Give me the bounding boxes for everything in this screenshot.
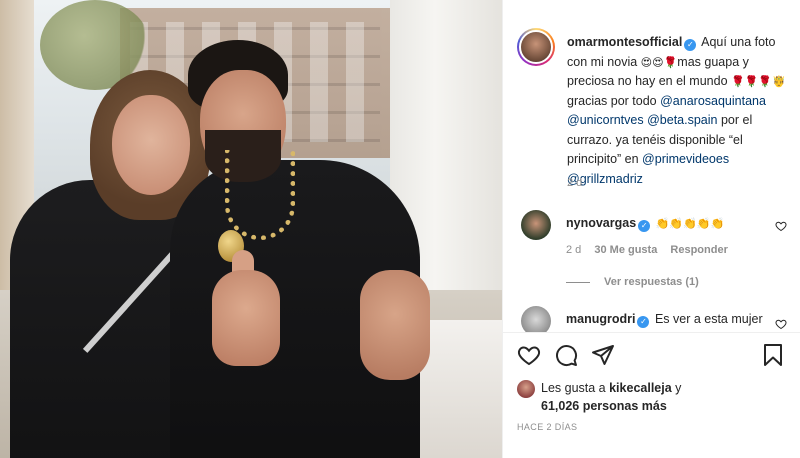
verified-badge-icon: ✓ <box>684 39 697 51</box>
caption-mention-link[interactable]: @beta.spain <box>647 113 717 127</box>
comment-text: 👏👏👏👏👏 <box>655 217 725 230</box>
caption-text: Aquí una foto con mi novia 😍😍🌹mas guapa … <box>567 35 786 186</box>
post-actions: Les gusta a kikecalleja y 61,026 persona… <box>503 332 800 458</box>
posted-ago[interactable]: HACE 2 DÍAS <box>517 422 577 432</box>
comment-likes[interactable]: 30 Me gusta <box>594 244 657 256</box>
post-caption: omarmontesofficial ✓ Aquí una foto con mi… <box>567 33 793 189</box>
view-replies-button[interactable]: Ver respuestas (1) <box>566 276 699 288</box>
likes-text: Les gusta a kikecalleja y 61,026 persona… <box>541 379 681 415</box>
verified-badge-icon: ✓ <box>638 220 651 232</box>
comment-body: manugrodri ✓ Es ver a esta mujer <box>566 312 776 328</box>
reply-button[interactable]: Responder <box>670 244 727 256</box>
likes-summary: Les gusta a kikecalleja y 61,026 persona… <box>517 379 681 415</box>
post-side-panel: omarmontesofficial ✓ Aquí una foto con mi… <box>502 0 800 458</box>
replies-divider <box>566 281 590 283</box>
liker-username[interactable]: kikecalleja <box>609 381 672 395</box>
share-icon[interactable] <box>591 343 617 369</box>
instagram-post: omarmontesofficial ✓ Aquí una foto con mi… <box>0 0 800 458</box>
likes-count[interactable]: 61,026 personas más <box>541 399 667 413</box>
commenter-username[interactable]: nynovargas <box>566 216 636 230</box>
comment-time[interactable]: 2 d <box>566 244 581 256</box>
comments-scroll-area[interactable]: omarmontesofficial ✓ Aquí una foto con mi… <box>503 0 800 332</box>
bookmark-icon[interactable] <box>761 343 787 369</box>
man-arm <box>360 270 430 380</box>
commenter-avatar[interactable] <box>521 306 551 332</box>
heart-icon[interactable] <box>517 343 543 369</box>
likes-prefix: Les gusta a <box>541 381 610 395</box>
commenter-avatar[interactable] <box>521 210 551 240</box>
caption-time[interactable]: 2 d <box>567 177 582 189</box>
commenter-username[interactable]: manugrodri <box>566 312 635 326</box>
chair <box>420 320 502 458</box>
caption-mention-link[interactable]: @primevideoes <box>642 152 729 166</box>
likes-suffix: y <box>671 381 682 395</box>
caption-mention-link[interactable]: @unicorntves <box>567 113 644 127</box>
view-replies-label: Ver respuestas (1) <box>604 276 699 288</box>
author-username[interactable]: omarmontesofficial <box>567 35 682 49</box>
caption-emoji: 😍😍🌹 <box>640 55 678 69</box>
comment-text: Es ver a esta mujer <box>654 312 763 326</box>
comment-like-heart-icon[interactable] <box>775 318 787 330</box>
liker-avatar[interactable] <box>517 380 535 398</box>
caption-mention-link[interactable]: @anarosaquintana <box>660 94 766 108</box>
caption-emoji: 🌹🌹🌹🤴 <box>731 75 786 88</box>
author-avatar[interactable] <box>517 28 555 66</box>
gold-chain <box>225 150 295 240</box>
woman-face <box>112 95 190 195</box>
post-photo[interactable] <box>0 0 502 458</box>
verified-badge-icon: ✓ <box>637 316 650 328</box>
comment-icon[interactable] <box>554 343 580 369</box>
caption-text-segment: gracias por todo <box>567 93 661 108</box>
comment-body: nynovargas ✓ 👏👏👏👏👏 <box>566 216 776 232</box>
thumbs-up-hand <box>212 270 280 366</box>
comment-meta: 2 d 30 Me gusta Responder <box>566 244 738 256</box>
comment-like-heart-icon[interactable] <box>775 220 787 232</box>
